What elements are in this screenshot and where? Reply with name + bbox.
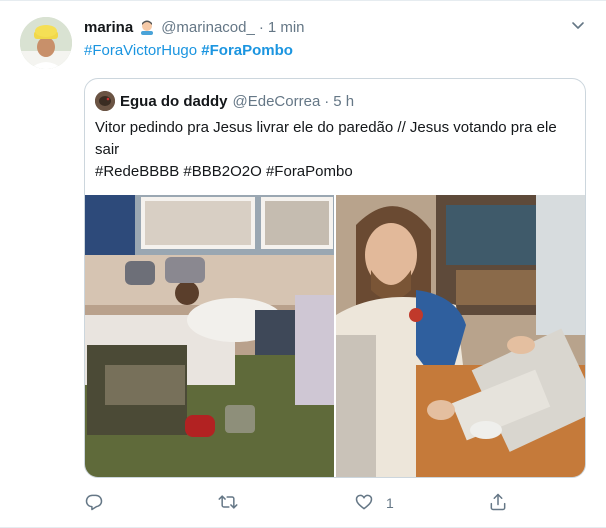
author-name[interactable]: marina: [84, 19, 133, 36]
tweet-timestamp[interactable]: 1 min: [268, 19, 305, 36]
quoted-author-handle[interactable]: @EdeCorrea: [233, 93, 321, 110]
quoted-hashtags: #RedeBBBB #BBB2O2O #ForaPombo: [95, 161, 353, 183]
quoted-timestamp[interactable]: 5 h: [333, 93, 354, 110]
share-icon[interactable]: [488, 492, 508, 515]
bedroom-photo[interactable]: [85, 195, 334, 477]
quoted-header: Egua do daddy @EdeCorrea · 5 h: [95, 91, 354, 111]
reply-action[interactable]: [84, 491, 116, 515]
share-action[interactable]: [488, 491, 508, 515]
quoted-author-name[interactable]: Egua do daddy: [120, 93, 228, 110]
hashtag-link[interactable]: #ForaPombo: [201, 42, 293, 59]
like-count: 1: [386, 495, 394, 511]
heart-icon[interactable]: [354, 492, 374, 515]
quoted-text: Vitor pedindo pra Jesus livrar ele do pa…: [95, 119, 557, 158]
retweet-action[interactable]: [218, 491, 250, 515]
quoted-media[interactable]: [85, 195, 585, 477]
person-emoji-icon: [139, 19, 155, 35]
quoted-tweet[interactable]: Egua do daddy @EdeCorrea · 5 h Vitor ped…: [84, 78, 586, 478]
like-action[interactable]: 1: [354, 491, 394, 515]
tweet-card[interactable]: marina @marinacod_ · 1 min #ForaVictorHu…: [0, 0, 606, 528]
reply-icon[interactable]: [84, 492, 104, 515]
author-avatar[interactable]: [20, 17, 72, 69]
hashtag-text[interactable]: #BBB2O2O: [183, 163, 261, 180]
author-handle[interactable]: @marinacod_: [161, 19, 255, 36]
tweet-text: #ForaVictorHugo #ForaPombo: [84, 41, 293, 61]
chevron-down-icon[interactable]: [570, 17, 586, 33]
quoted-author-avatar[interactable]: [95, 91, 115, 111]
tweet-header: marina @marinacod_ · 1 min: [84, 17, 586, 37]
separator-dot: ·: [324, 92, 330, 110]
retweet-icon[interactable]: [218, 492, 238, 515]
tweet-actions: 1: [84, 491, 586, 515]
hashtag-link[interactable]: #ForaVictorHugo: [84, 42, 197, 59]
hashtag-text[interactable]: #RedeBBBB: [95, 163, 179, 180]
hashtag-text[interactable]: #ForaPombo: [266, 163, 353, 180]
separator-dot: ·: [258, 18, 264, 36]
jesus-computer-photo[interactable]: [336, 195, 585, 477]
